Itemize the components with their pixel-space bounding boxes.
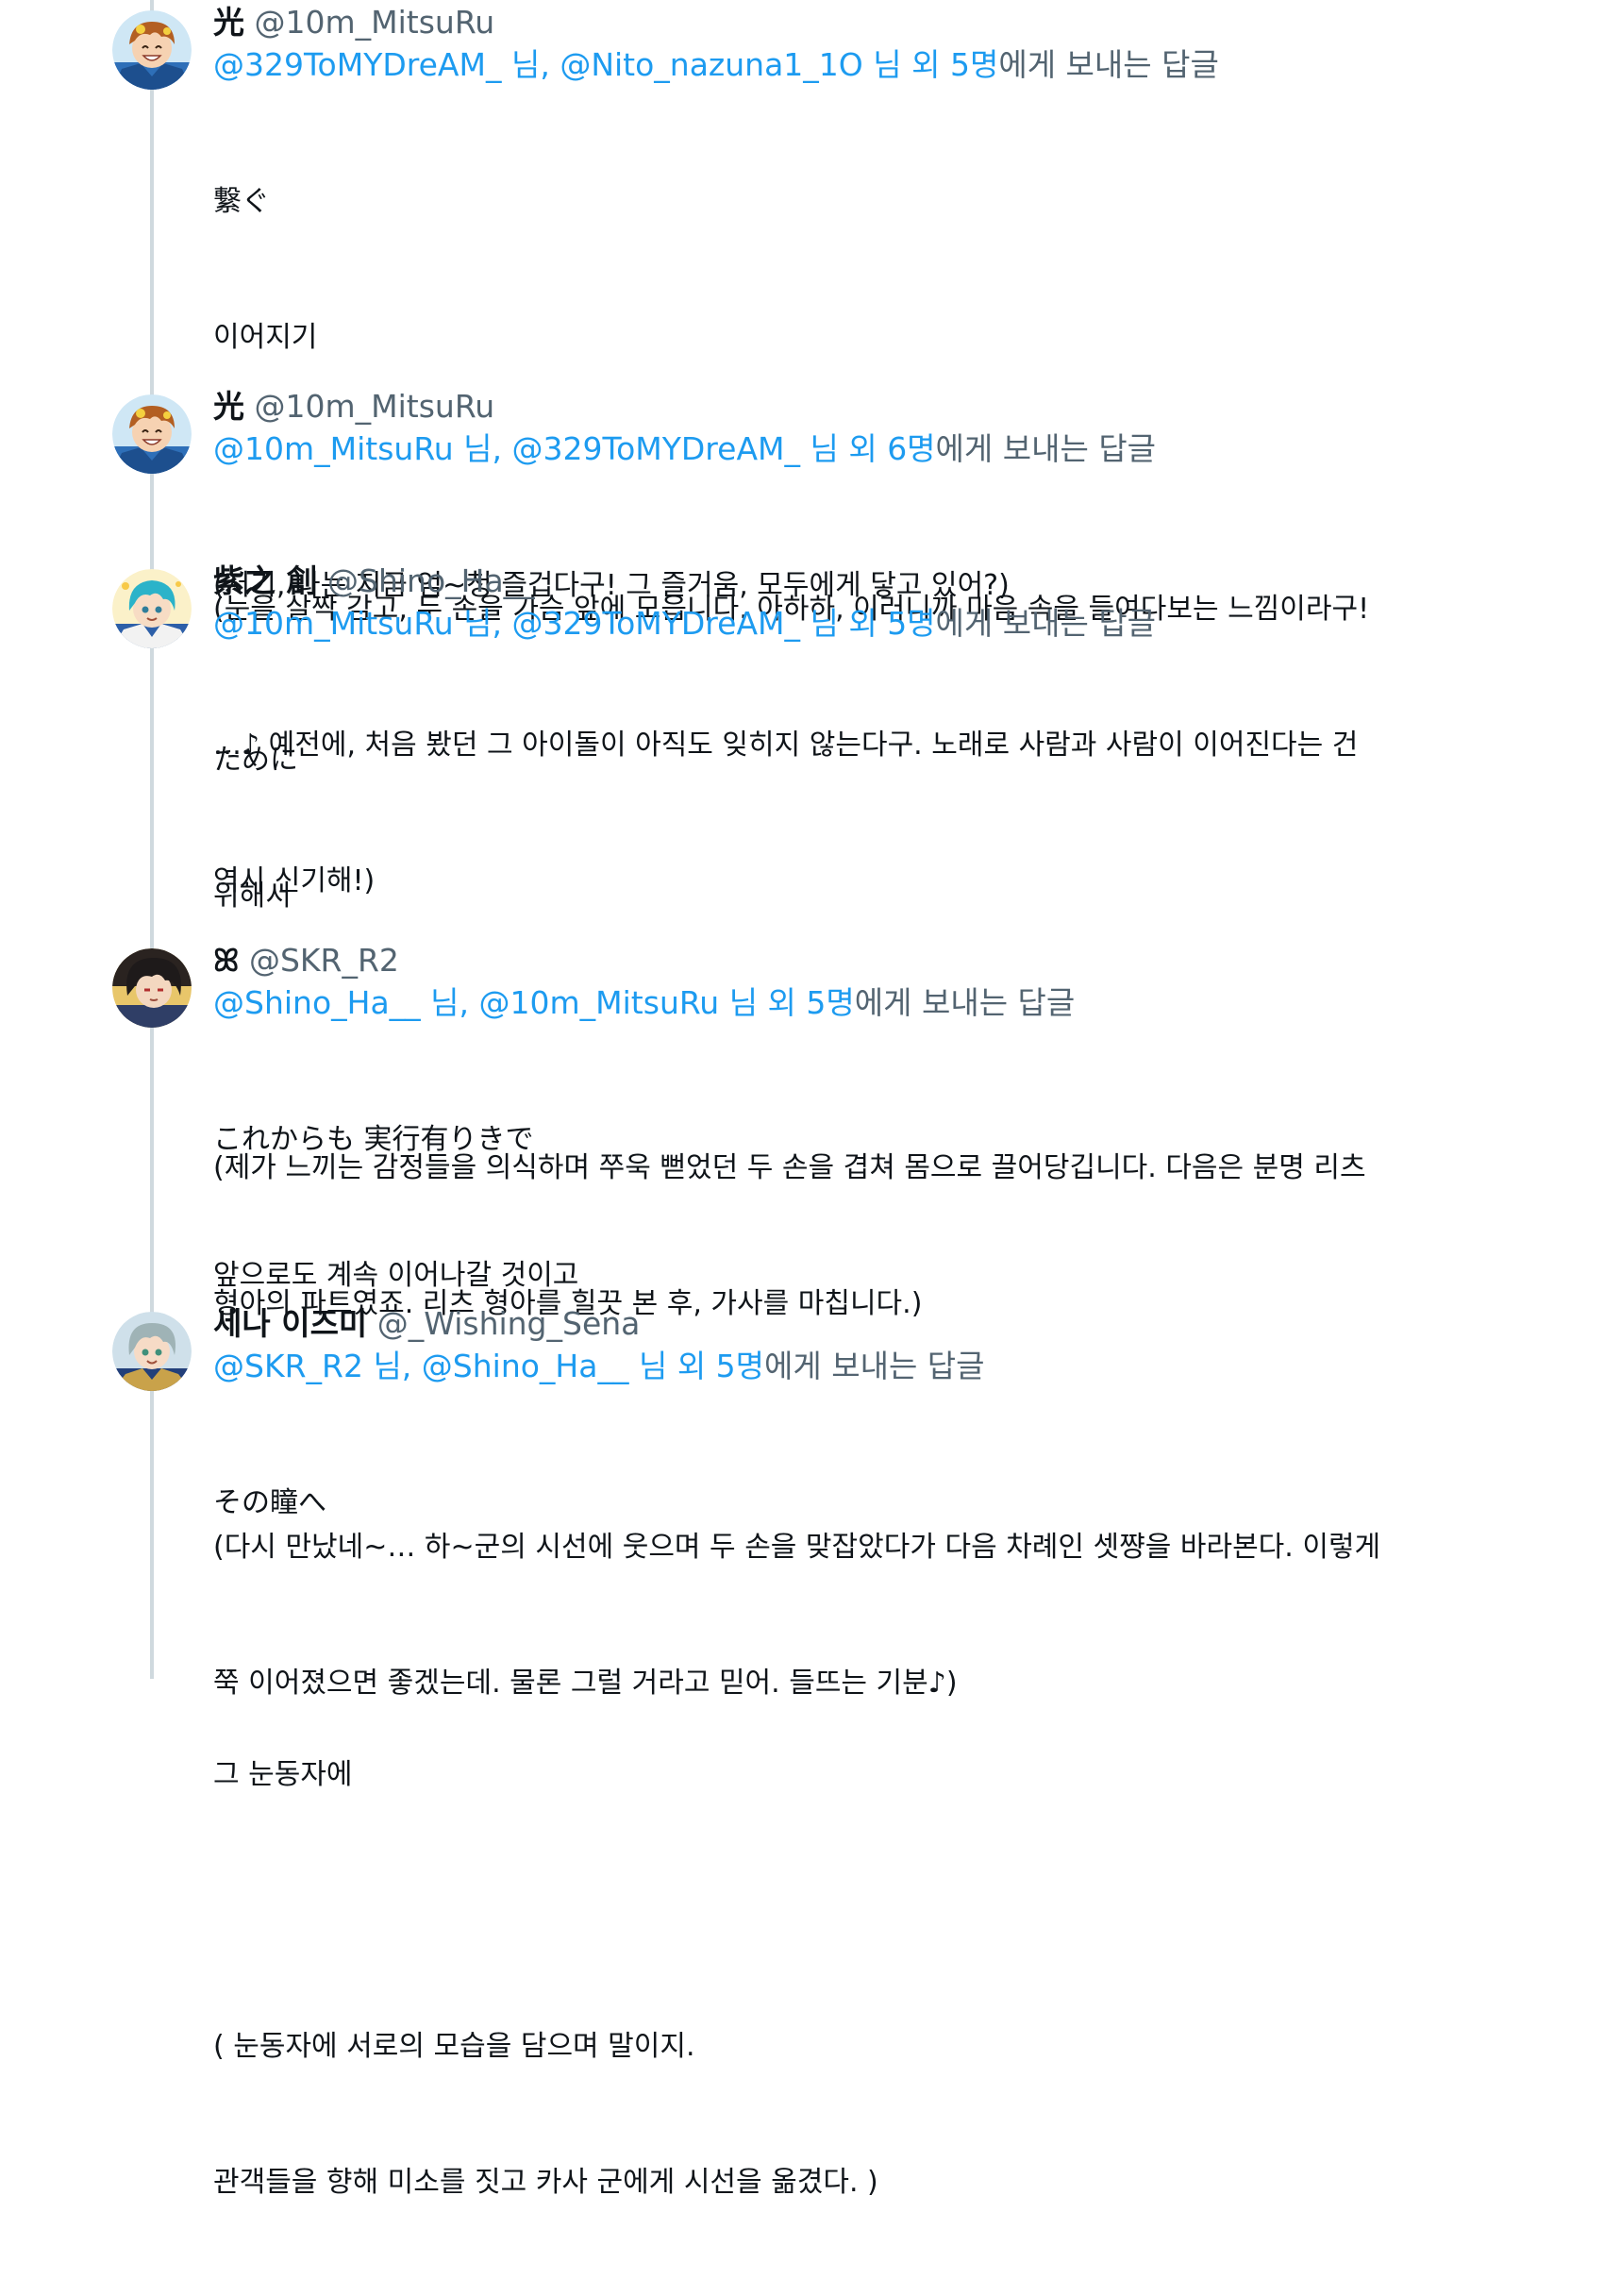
display-name[interactable]: ꕤ	[213, 942, 239, 979]
reply-separator: 님,	[362, 1348, 422, 1384]
tweet-header: 紫之 創 @Shino_Ha__	[213, 561, 1393, 602]
mention-link[interactable]: @10m_MitsuRu	[213, 430, 454, 467]
reply-context: @SKR_R2 님, @Shino_Ha__ 님 외 5명에게 보내는 답글	[213, 1345, 1393, 1388]
display-name[interactable]: 세나 이즈미	[213, 1305, 367, 1342]
avatar-dark-hair-icon	[112, 948, 192, 1028]
avatar[interactable]	[112, 1312, 192, 1391]
reply-separator: 님,	[453, 605, 512, 642]
tweet-text: その瞳へ 그 눈동자에 ( 눈동자에 서로의 모습을 담으며 말이지. 관객들을…	[213, 1390, 1393, 2296]
user-handle[interactable]: @SKR_R2	[249, 942, 399, 979]
tweet-header: 光 @10m_MitsuRu	[213, 2, 1393, 43]
tweet-text-line	[213, 1617, 1393, 1662]
user-handle[interactable]: @10m_MitsuRu	[255, 388, 495, 425]
tweet-text-line	[213, 1888, 1393, 1934]
tweet-text-line: ために	[213, 744, 298, 777]
mention-link[interactable]: @10m_MitsuRu	[213, 605, 454, 642]
display-name[interactable]: 光	[213, 388, 244, 425]
reply-suffix: 에게 보내는 답글	[764, 1348, 985, 1384]
avatar-orange-hair-icon	[112, 10, 192, 90]
reply-context: @10m_MitsuRu 님, @329ToMYDreAM_ 님 외 5명에게 …	[213, 602, 1393, 645]
reply-suffix: 에게 보내는 답글	[935, 430, 1157, 467]
avatar[interactable]	[112, 10, 192, 90]
reply-others-link[interactable]: 님 외 5명	[863, 46, 998, 83]
avatar-silver-hair-icon	[112, 1312, 192, 1391]
user-handle[interactable]: @Shino_Ha__	[327, 562, 535, 599]
tweet-header: ꕤ @SKR_R2	[213, 940, 1393, 981]
reply-suffix: 에게 보내는 답글	[998, 46, 1219, 83]
tweet-text-line: 앞으로도 계속 이어나갈 것이고	[213, 1259, 579, 1292]
tweet-text-line: 위해서	[213, 880, 292, 913]
thread-connector-line	[150, 0, 154, 1679]
reply-suffix: 에게 보내는 답글	[854, 984, 1076, 1021]
mention-link[interactable]: @SKR_R2	[213, 1348, 363, 1384]
tweet-text-line: 이어지기	[213, 321, 318, 354]
user-handle[interactable]: @_Wishing_Sena	[377, 1305, 641, 1342]
avatar[interactable]	[112, 948, 192, 1028]
tweet-header: 光 @10m_MitsuRu	[213, 386, 1393, 427]
tweet-text-line: これからも 実行有りきで	[213, 1123, 534, 1156]
tweet-text-line: 繋ぐ	[213, 185, 270, 218]
user-handle[interactable]: @10m_MitsuRu	[255, 4, 495, 41]
display-name[interactable]: 光	[213, 4, 244, 41]
mention-link[interactable]: @329ToMYDreAM_	[512, 605, 800, 642]
reply-separator: 님,	[420, 984, 479, 1021]
reply-others-link[interactable]: 님 외 5명	[628, 1348, 764, 1384]
reply-suffix: 에게 보내는 답글	[935, 605, 1157, 642]
avatar-orange-hair-icon	[112, 394, 192, 474]
mention-link[interactable]: @Shino_Ha__	[213, 984, 421, 1021]
avatar[interactable]	[112, 569, 192, 648]
tweet-text-line: ( 눈동자에 서로의 모습을 담으며 말이지.	[213, 2030, 695, 2063]
tweet-header: 세나 이즈미 @_Wishing_Sena	[213, 1303, 1393, 1345]
mention-link[interactable]: @Nito_nazuna1_1O	[560, 46, 862, 83]
reply-others-link[interactable]: 님 외 5명	[719, 984, 855, 1021]
avatar[interactable]	[112, 394, 192, 474]
reply-others-link[interactable]: 님 외 6명	[800, 430, 935, 467]
tweet-text-line: その瞳へ	[213, 1486, 326, 1519]
reply-others-link[interactable]: 님 외 5명	[800, 605, 935, 642]
reply-context: @Shino_Ha__ 님, @10m_MitsuRu 님 외 5명에게 보내는…	[213, 981, 1393, 1025]
mention-link[interactable]: @Shino_Ha__	[422, 1348, 629, 1384]
reply-separator: 님,	[501, 46, 560, 83]
tweet-text-line: 관객들을 향해 미소를 짓고 카사 군에게 시선을 옮겼다. )	[213, 2166, 878, 2199]
reply-context: @10m_MitsuRu 님, @329ToMYDreAM_ 님 외 6명에게 …	[213, 427, 1393, 471]
avatar-teal-hair-icon	[112, 569, 192, 648]
mention-link[interactable]: @329ToMYDreAM_	[512, 430, 800, 467]
reply-context: @329ToMYDreAM_ 님, @Nito_nazuna1_1O 님 외 5…	[213, 43, 1393, 87]
display-name[interactable]: 紫之 創	[213, 562, 318, 599]
tweet-text-line: 그 눈동자에	[213, 1758, 353, 1791]
reply-separator: 님,	[453, 430, 512, 467]
mention-link[interactable]: @329ToMYDreAM_	[213, 46, 501, 83]
mention-link[interactable]: @10m_MitsuRu	[479, 984, 720, 1021]
